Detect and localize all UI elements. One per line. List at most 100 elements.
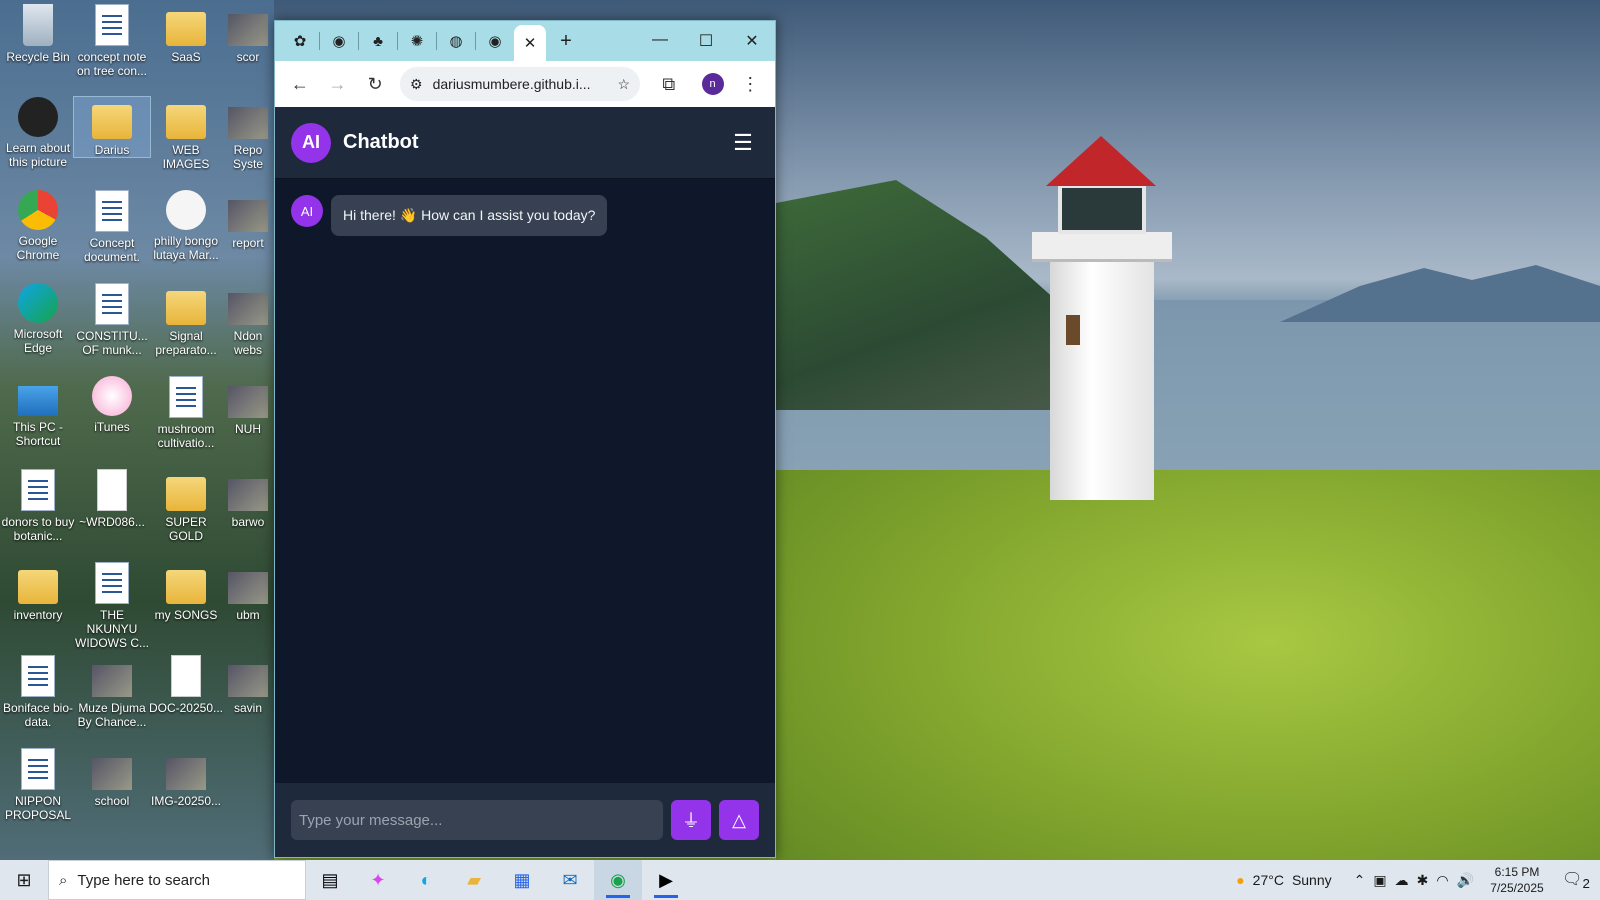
file-explorer-icon[interactable]: ▰ [450, 860, 498, 900]
desktop-icon[interactable]: THE NKUNYU WIDOWS C... [74, 562, 150, 650]
volume-icon[interactable]: 🔊 [1457, 872, 1474, 889]
edge-icon[interactable]: ◐ [402, 860, 450, 900]
github-icon[interactable]: ◉ [320, 25, 358, 57]
voice-button[interactable]: ⏚ [671, 800, 711, 840]
active-tab[interactable]: ✕ [514, 25, 546, 61]
desktop-icon[interactable]: school [74, 748, 150, 808]
desktop-icon-label: Signal preparato... [155, 329, 217, 357]
desktop-icon[interactable]: NUH [222, 376, 274, 436]
site-settings-icon[interactable]: ⚙ [410, 76, 423, 93]
notifications-icon[interactable]: 🗨2 [1560, 869, 1592, 891]
chevron-up-icon[interactable]: ⌃ [1354, 872, 1366, 889]
desktop-icon[interactable]: Boniface bio-data. [0, 655, 76, 729]
tab-favicon-icon[interactable]: ✿ [281, 25, 319, 57]
new-tab-button[interactable]: + [546, 30, 586, 53]
wallpaper-lighthouse [1032, 120, 1172, 500]
desktop-icon-label: philly bongo lutaya Mar... [153, 234, 219, 262]
reload-button[interactable]: ↻ [358, 67, 392, 101]
minimize-button[interactable]: — [637, 31, 683, 51]
message-list: AI Hi there! 👋 How can I assist you toda… [275, 179, 775, 783]
desktop-icon[interactable]: philly bongo lutaya Mar... [148, 190, 224, 262]
task-view-icon[interactable]: ▤ [306, 860, 354, 900]
clock[interactable]: 6:15 PM 7/25/2025 [1482, 864, 1552, 896]
desktop-icon[interactable]: Recycle Bin [0, 4, 76, 64]
close-window-button[interactable]: ✕ [729, 31, 775, 51]
desktop-icon[interactable]: inventory [0, 562, 76, 622]
folder-icon [166, 12, 206, 46]
desktop-icon[interactable]: donors to buy botanic... [0, 469, 76, 543]
desktop-icon-label: Muze Djuma By Chance... [77, 701, 147, 729]
desktop-icon[interactable]: Repo Syste [222, 97, 274, 171]
desktop-icon[interactable]: Ndon webs [222, 283, 274, 357]
chat-header: AI Chatbot ☰ [275, 107, 775, 179]
desktop-icon-label: my SONGS [154, 608, 218, 622]
maximize-button[interactable]: ☐ [683, 31, 729, 51]
github-icon[interactable]: ◉ [476, 25, 514, 57]
meet-icon[interactable]: ▣ [1373, 872, 1386, 889]
desktop-icon[interactable]: ubm [222, 562, 274, 622]
outlook-icon[interactable]: ✉ [546, 860, 594, 900]
desktop-icon[interactable]: NIPPON PROPOSAL [0, 748, 76, 822]
desktop-icon[interactable]: Google Chrome [0, 190, 76, 262]
desktop-icon[interactable]: Darius [73, 96, 151, 158]
desktop-icon[interactable]: This PC - Shortcut [0, 376, 76, 448]
desktop-icon[interactable]: my SONGS [148, 562, 224, 622]
copilot-icon[interactable]: ✦ [354, 860, 402, 900]
thumbnail-icon [228, 200, 268, 232]
taskbar-search-input[interactable]: ⌕ Type here to search [48, 860, 306, 900]
weather-icon[interactable]: ● [1236, 872, 1244, 888]
desktop-icon[interactable]: report [222, 190, 274, 250]
avatar: n [701, 73, 724, 95]
desktop-icon[interactable]: Concept document. [74, 190, 150, 264]
word-doc-icon [95, 283, 129, 325]
search-icon: ⌕ [59, 871, 68, 889]
desktop-icon[interactable]: WEB IMAGES [148, 97, 224, 171]
chrome-icon[interactable]: ◉ [594, 860, 642, 900]
app-favicon-icon[interactable]: ♣ [359, 25, 397, 57]
media-player-icon[interactable]: ▶ [642, 860, 690, 900]
desktop-icon[interactable]: CONSTITU... OF munk... [74, 283, 150, 357]
send-button[interactable]: △ [719, 800, 759, 840]
address-bar[interactable]: ⚙ dariusmumbere.github.i... ☆ [400, 67, 641, 101]
back-button[interactable]: ← [283, 67, 317, 101]
desktop-icon[interactable]: iTunes [74, 376, 150, 434]
desktop-icon[interactable]: mushroom cultivatio... [148, 376, 224, 450]
image-icon [92, 665, 132, 697]
globe-icon[interactable]: ◍ [437, 25, 475, 57]
lens-search-icon[interactable]: ⧉ [652, 67, 686, 101]
desktop-icon[interactable]: scor [222, 4, 274, 64]
desktop-icon[interactable]: Muze Djuma By Chance... [74, 655, 150, 729]
desktop-icon[interactable]: savin [222, 655, 274, 715]
desktop-icon[interactable]: Learn about this picture [0, 97, 76, 169]
microsoft-store-icon[interactable]: ▦ [498, 860, 546, 900]
desktop-icon[interactable]: concept note on tree con... [74, 4, 150, 78]
desktop-icon-label: NUH [235, 422, 261, 436]
close-tab-icon[interactable]: ✕ [524, 34, 537, 52]
profile-button[interactable]: n [696, 67, 730, 101]
desktop-icon[interactable]: SaaS [148, 4, 224, 64]
desktop-icon[interactable]: IMG-20250... [148, 748, 224, 808]
browser-menu-icon[interactable]: ⋮ [733, 67, 767, 101]
weather-condition[interactable]: Sunny [1292, 872, 1332, 888]
bluetooth-icon[interactable]: ✱ [1417, 872, 1429, 889]
hamburger-menu-icon[interactable]: ☰ [727, 130, 759, 156]
wifi-icon[interactable]: ◠ [1436, 872, 1448, 889]
word-doc-icon [95, 562, 129, 604]
windows-start-icon[interactable]: ⊞ [0, 860, 48, 900]
openai-icon[interactable]: ✺ [398, 25, 436, 57]
desktop-icon[interactable]: SUPER GOLD [148, 469, 224, 543]
desktop-icon[interactable]: ~WRD086... [74, 469, 150, 529]
desktop-icon[interactable]: DOC-20250... [148, 655, 224, 715]
desktop-icon[interactable]: barwo [222, 469, 274, 529]
onedrive-icon[interactable]: ☁ [1395, 872, 1409, 889]
message-input[interactable] [291, 800, 663, 840]
folder-icon [18, 570, 58, 604]
desktop-icon[interactable]: Microsoft Edge [0, 283, 76, 355]
desktop-icon-label: barwo [231, 515, 265, 529]
word-doc-icon [21, 748, 55, 790]
forward-button[interactable]: → [321, 67, 355, 101]
weather-temp[interactable]: 27°C [1253, 872, 1284, 888]
desktop-icon[interactable]: Signal preparato... [148, 283, 224, 357]
thumbnail-icon [228, 14, 268, 46]
bookmark-star-icon[interactable]: ☆ [617, 76, 630, 93]
